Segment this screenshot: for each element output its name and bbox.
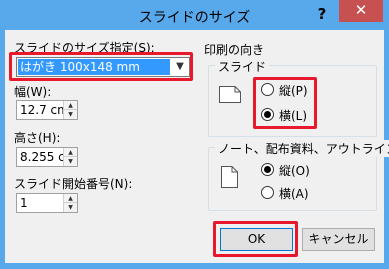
help-button[interactable]: ? [311, 4, 333, 24]
cancel-button[interactable]: キャンセル [302, 228, 375, 251]
ok-highlight [213, 221, 298, 257]
notes-landscape-label[interactable]: 横(A) [279, 185, 309, 202]
notes-portrait-label[interactable]: 縦(O) [279, 162, 310, 179]
portrait-page-icon [221, 166, 238, 188]
start-number-spinner[interactable]: 1 ▲ ▼ [16, 193, 78, 213]
notes-landscape-radio[interactable] [261, 186, 274, 199]
width-decrement-icon[interactable]: ▼ [64, 110, 77, 119]
slide-size-highlight [9, 52, 193, 81]
orientation-label: 印刷の向き [204, 43, 265, 57]
height-decrement-icon[interactable]: ▼ [64, 157, 77, 166]
title-bar[interactable]: スライドのサイズ ? ✕ [0, 0, 389, 30]
landscape-highlight [253, 77, 317, 129]
height-increment-icon[interactable]: ▲ [64, 148, 77, 157]
width-spinner[interactable]: 12.7 cm ▲ ▼ [16, 100, 78, 120]
notes-group-label: ノート、配布資料、アウトライン [215, 140, 389, 157]
width-label: 幅(W): [14, 85, 52, 99]
width-value: 12.7 cm [20, 103, 69, 117]
dialog-body: スライドのサイズ指定(S): はがき 100x148 mm ▼ 幅(W): 12… [5, 30, 389, 263]
slide-size-dialog: スライドのサイズ ? ✕ スライドのサイズ指定(S): はがき 100x148 … [0, 0, 389, 269]
landscape-page-icon [219, 86, 241, 103]
start-number-label: スライド開始番号(N): [14, 177, 133, 191]
close-button[interactable]: ✕ [339, 0, 383, 22]
start-number-increment-icon[interactable]: ▲ [64, 194, 77, 203]
notes-orientation-group: ノート、配布資料、アウトライン 縦(O) 横(A) [208, 140, 389, 211]
height-label: 高さ(H): [14, 131, 61, 145]
slides-group-label: スライド [215, 58, 270, 75]
height-spinner[interactable]: 8.255 cm ▲ ▼ [16, 147, 78, 167]
width-increment-icon[interactable]: ▲ [64, 101, 77, 110]
start-number-value: 1 [20, 196, 28, 210]
notes-portrait-radio[interactable] [261, 163, 274, 176]
start-number-decrement-icon[interactable]: ▼ [64, 203, 77, 212]
